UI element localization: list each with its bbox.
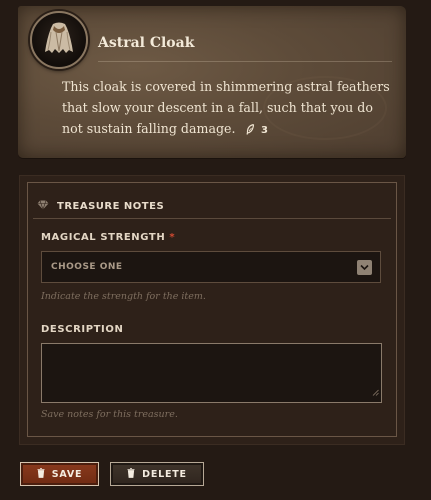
trash-icon	[127, 467, 142, 481]
save-button-label: SAVE	[51, 468, 83, 480]
magical-strength-label-text: MAGICAL STRENGTH	[41, 232, 166, 243]
description-hint: Save notes for this treasure.	[41, 409, 178, 420]
title-divider	[98, 61, 392, 62]
description-label: DESCRIPTION	[41, 324, 124, 335]
treasure-notes-title: TREASURE NOTES	[57, 201, 165, 212]
trash-icon	[37, 467, 52, 481]
item-cost-value: 3	[260, 125, 268, 136]
magical-strength-select[interactable]: CHOOSE ONE	[41, 251, 381, 283]
chevron-down-icon[interactable]	[357, 259, 372, 275]
magical-strength-value: CHOOSE ONE	[51, 262, 123, 272]
item-avatar	[30, 11, 88, 69]
item-card: Astral Cloak This cloak is covered in sh…	[18, 6, 406, 158]
description-textarea[interactable]	[41, 343, 382, 403]
treasure-notes-heading: TREASURE NOTES	[37, 200, 164, 213]
delete-button-label: DELETE	[142, 468, 187, 480]
item-cost: 3	[240, 123, 268, 136]
save-button[interactable]: SAVE	[20, 462, 99, 486]
cloak-icon	[42, 20, 76, 60]
item-description: This cloak is covered in shimmering astr…	[62, 76, 392, 141]
item-description-text: This cloak is covered in shimmering astr…	[62, 79, 390, 136]
section-divider	[33, 218, 391, 219]
required-marker: *	[169, 232, 176, 243]
gem-icon	[37, 200, 57, 213]
feather-icon	[240, 123, 261, 136]
resize-handle-icon[interactable]	[372, 381, 379, 400]
treasure-notes-panel: TREASURE NOTES MAGICAL STRENGTH * CHOOSE …	[19, 175, 405, 445]
magical-strength-label: MAGICAL STRENGTH *	[41, 232, 175, 243]
magical-strength-hint: Indicate the strength for the item.	[41, 291, 206, 302]
delete-button[interactable]: DELETE	[110, 462, 204, 486]
item-title: Astral Cloak	[98, 35, 195, 51]
